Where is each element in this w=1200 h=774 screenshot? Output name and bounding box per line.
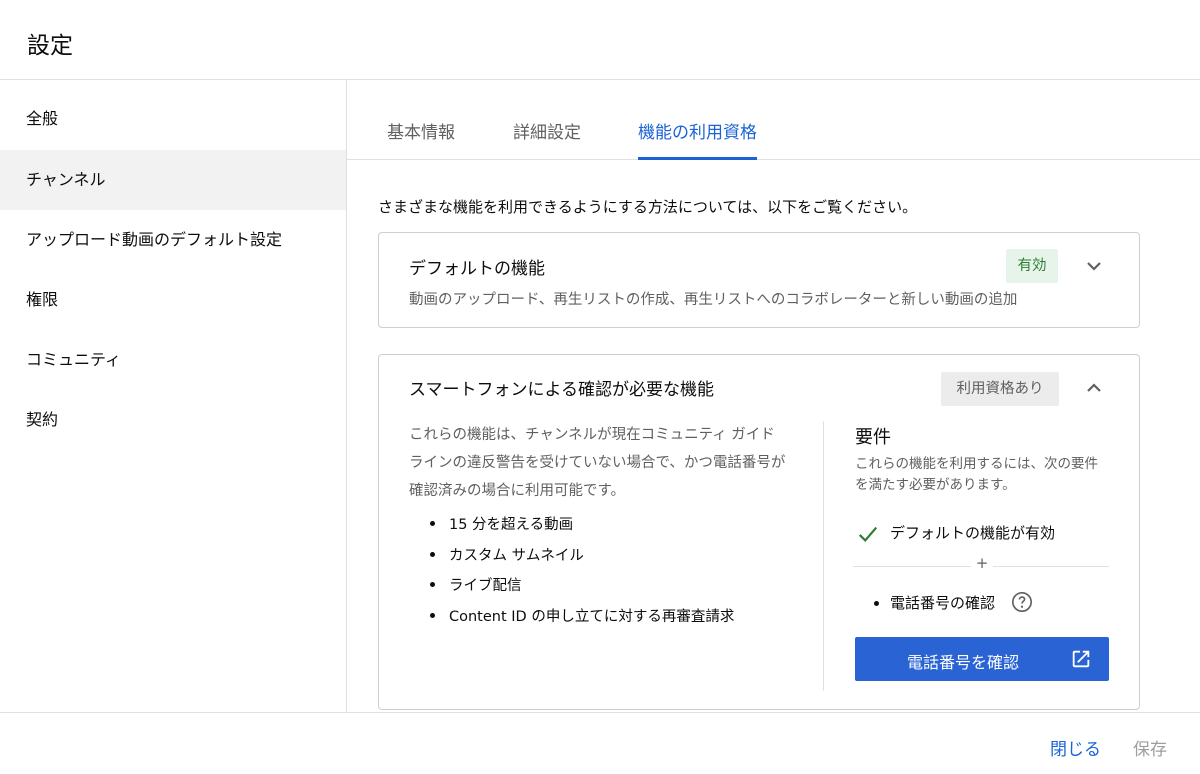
sidebar-item-agreements[interactable]: 契約 — [0, 390, 346, 450]
tab-feature-eligibility[interactable]: 機能の利用資格 — [638, 118, 757, 160]
list-item: カスタム サムネイル — [429, 544, 734, 575]
enabled-status-badge: 有効 — [1006, 249, 1058, 283]
chevron-down-icon[interactable] — [1082, 254, 1106, 278]
bullet-dot — [874, 601, 879, 606]
chevron-up-icon[interactable] — [1082, 376, 1106, 400]
tab-basic-info-label: 基本情報 — [387, 123, 455, 143]
channel-tabs: 基本情報 詳細設定 機能の利用資格 — [347, 80, 1200, 160]
intro-text: さまざまな機能を利用できるようにする方法については、以下をご覧ください。 — [378, 198, 918, 216]
tab-advanced-settings-label: 詳細設定 — [513, 123, 581, 143]
tab-feature-eligibility-label: 機能の利用資格 — [638, 123, 757, 143]
sidebar-item-community[interactable]: コミュニティ — [0, 330, 346, 390]
sidebar-item-permissions[interactable]: 権限 — [0, 270, 346, 330]
phone-verification-features-card: スマートフォンによる確認が必要な機能 利用資格あり これらの機能は、チャンネルが… — [378, 354, 1140, 710]
close-button[interactable]: 閉じる — [1050, 735, 1101, 760]
verify-phone-button-label: 電話番号を確認 — [907, 653, 1020, 672]
external-link-icon — [1072, 650, 1090, 668]
help-icon[interactable] — [1011, 591, 1033, 613]
requirement-met-text: デフォルトの機能が有効 — [890, 524, 1056, 542]
phone-features-list: 15 分を超える動画 カスタム サムネイル ライブ配信 Content ID の… — [429, 513, 734, 636]
phone-features-title: スマートフォンによる確認が必要な機能 — [409, 380, 714, 400]
checkmark-icon — [858, 526, 878, 543]
tab-basic-info[interactable]: 基本情報 — [387, 118, 455, 160]
default-features-description: 動画のアップロード、再生リストの作成、再生リストへのコラボレーターと新しい動画の… — [409, 292, 1018, 308]
list-item: Content ID の申し立てに対する再審査請求 — [429, 605, 734, 636]
phone-features-description: これらの機能は、チャンネルが現在コミュニティ ガイドラインの違反警告を受けていな… — [409, 427, 786, 499]
requirements-description: これらの機能を利用するには、次の要件を満たす必要があります。 — [855, 456, 1098, 493]
save-button: 保存 — [1133, 740, 1167, 760]
column-divider — [823, 421, 824, 691]
dialog-footer: 閉じる 保存 — [0, 712, 1200, 774]
dialog-title: 設定 — [27, 33, 73, 59]
default-features-card[interactable]: デフォルトの機能 動画のアップロード、再生リストの作成、再生リストへのコラボレー… — [378, 232, 1140, 328]
sidebar-item-channel[interactable]: チャンネル — [0, 150, 346, 210]
list-item: ライブ配信 — [429, 574, 734, 605]
requirement-pending-text: 電話番号の確認 — [890, 594, 996, 612]
active-tab-indicator — [638, 157, 757, 160]
plus-separator: + — [975, 554, 989, 572]
verify-phone-button[interactable]: 電話番号を確認 — [855, 637, 1109, 681]
tab-advanced-settings[interactable]: 詳細設定 — [513, 118, 581, 160]
settings-sidebar: 全般 チャンネル アップロード動画のデフォルト設定 権限 コミュニティ 契約 — [0, 80, 347, 712]
eligible-status-badge: 利用資格あり — [941, 372, 1059, 406]
sidebar-item-general[interactable]: 全般 — [0, 89, 346, 149]
default-features-title: デフォルトの機能 — [409, 259, 545, 279]
requirements-title: 要件 — [855, 427, 891, 448]
sidebar-item-upload-defaults[interactable]: アップロード動画のデフォルト設定 — [0, 210, 346, 270]
list-item: 15 分を超える動画 — [429, 513, 734, 544]
dialog-header: 設定 — [0, 0, 1200, 80]
